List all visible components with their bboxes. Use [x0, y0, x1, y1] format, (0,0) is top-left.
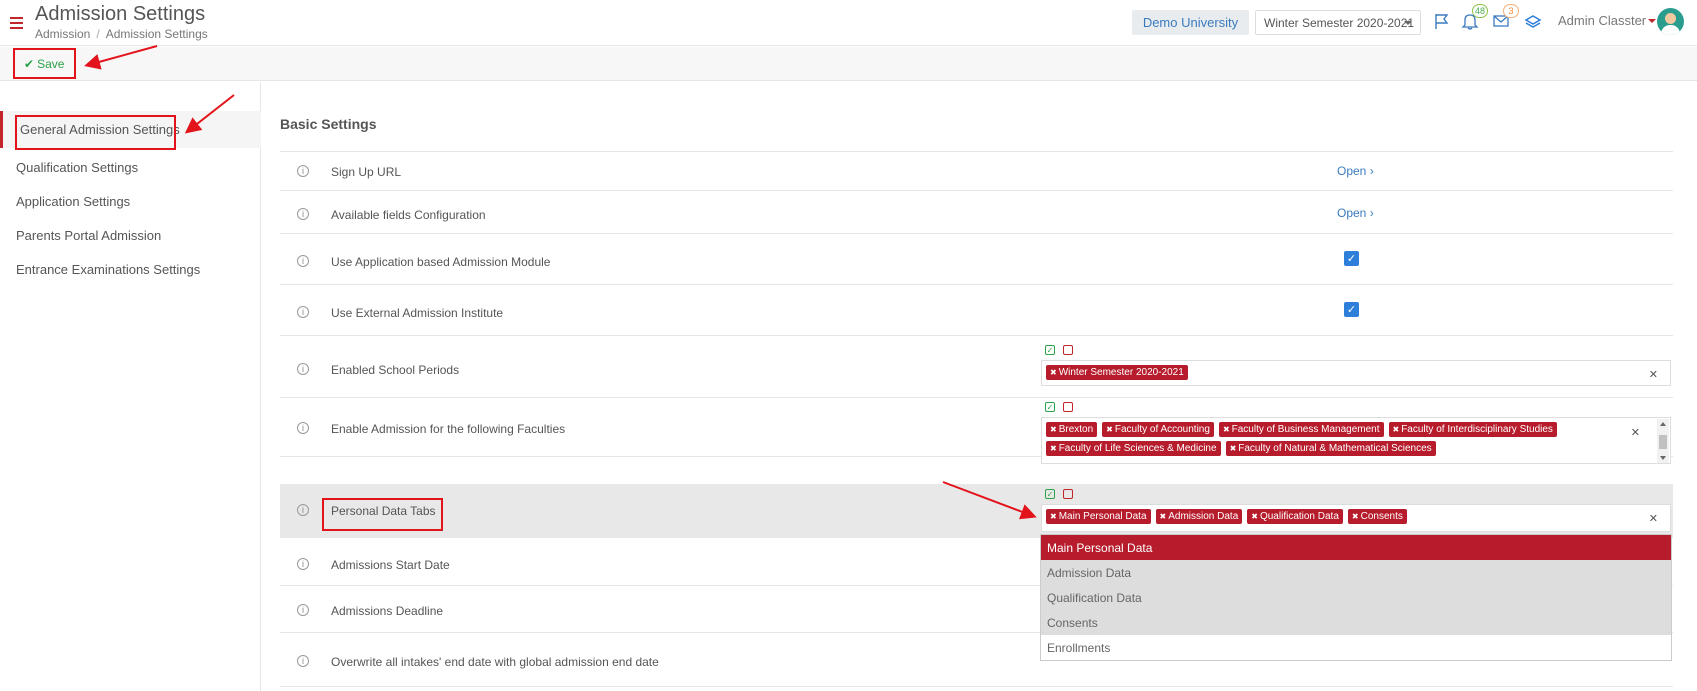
annotation-arrows — [84, 45, 1037, 520]
